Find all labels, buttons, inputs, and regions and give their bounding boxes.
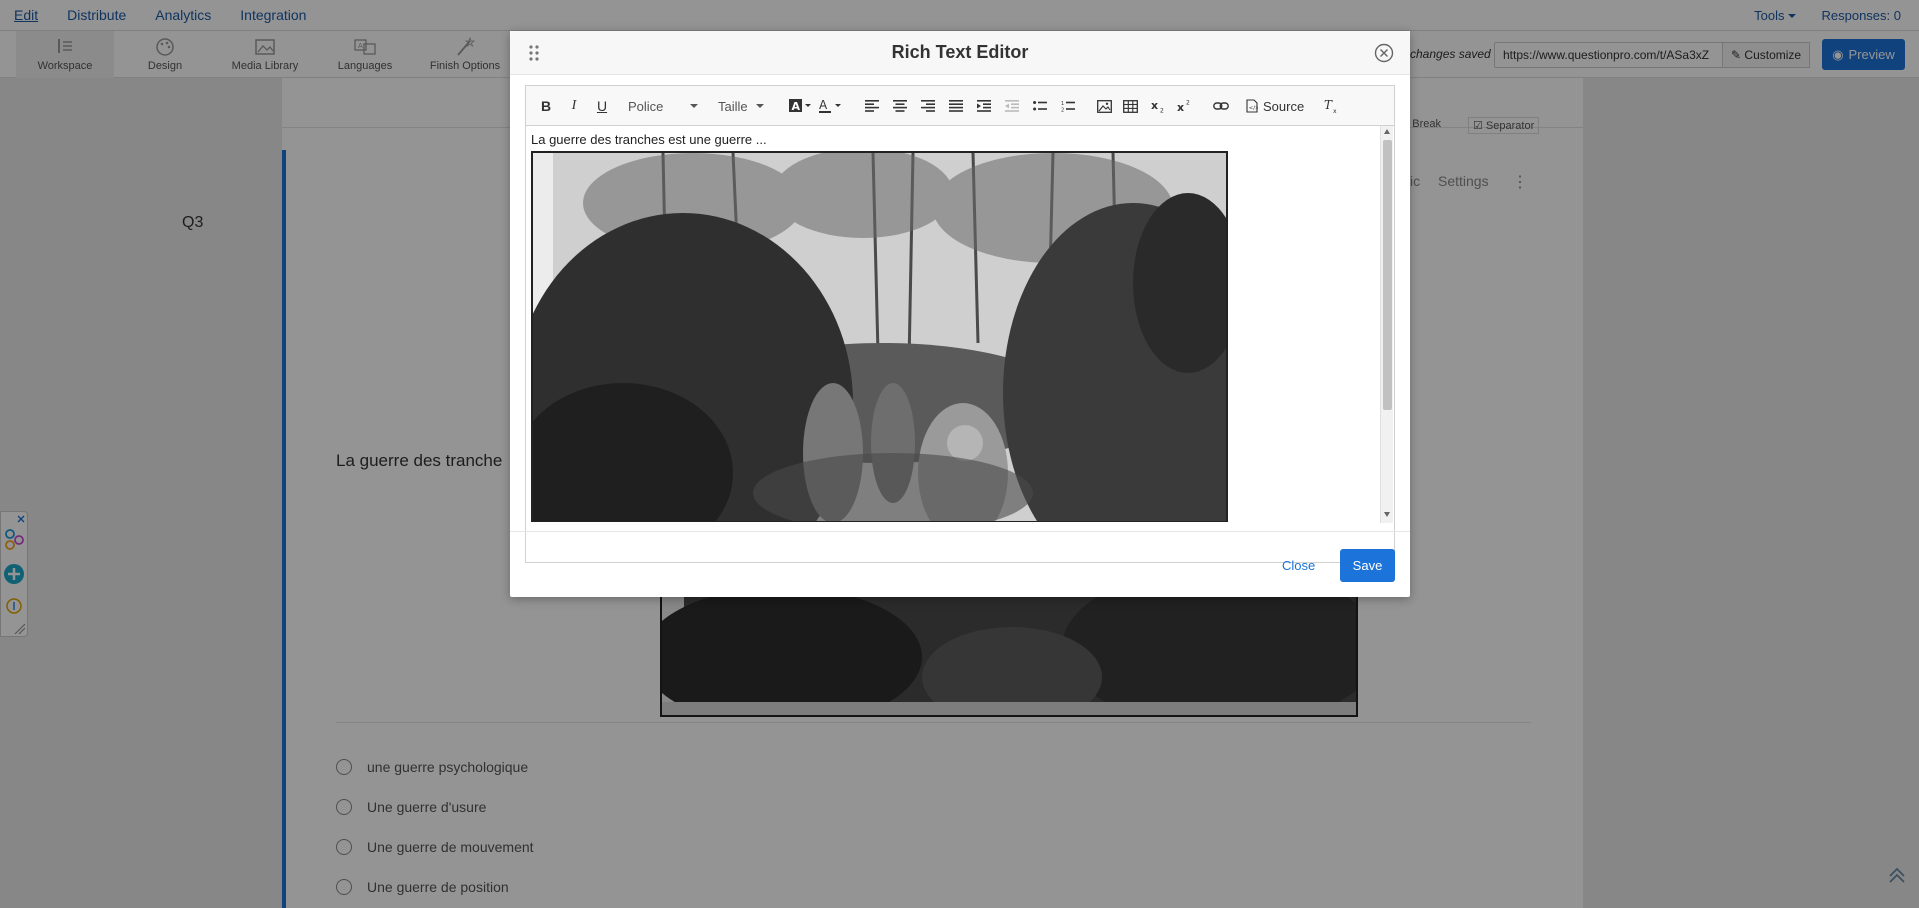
indent-button[interactable] [976,96,992,116]
remove-format-icon: Tx [1324,98,1337,114]
dialog-header: Rich Text Editor [510,31,1410,75]
close-button[interactable]: Close [1282,558,1315,573]
editor-frame: B I U Police Taille A A 1 2 x 2 x 2 </> … [525,85,1395,563]
superscript-button[interactable]: x2 [1176,96,1194,116]
outdent-button[interactable] [1004,96,1020,116]
underline-button[interactable]: U [594,96,610,116]
image-icon [1096,99,1112,113]
indent-icon [977,100,991,112]
save-button[interactable]: Save [1340,549,1395,582]
svg-text:A: A [819,98,828,112]
editor-image[interactable] [531,151,1228,522]
numbered-list-button[interactable]: 12 [1060,96,1076,116]
background-color-icon: A [789,99,811,113]
insert-image-button[interactable] [1096,96,1112,116]
rich-text-editor-dialog: Rich Text Editor B I U Police Taille A A [510,31,1410,597]
link-button[interactable] [1212,96,1230,116]
text-color-button[interactable]: A [818,96,842,116]
bold-button[interactable]: B [538,96,554,116]
svg-text:2: 2 [1160,108,1164,114]
svg-text:2: 2 [1061,108,1064,113]
subscript-button[interactable]: x2 [1150,96,1168,116]
svg-text:x: x [1333,108,1337,114]
align-center-button[interactable] [892,96,908,116]
insert-table-button[interactable] [1122,96,1138,116]
trench-photo [533,153,1226,521]
scroll-up-arrow-icon[interactable] [1384,129,1390,134]
align-left-icon [865,100,879,112]
svg-text:A: A [792,100,801,113]
font-family-label: Police [628,98,664,114]
editor-content-area[interactable]: La guerre des tranches est une guerre ..… [526,126,1394,522]
bullet-list-button[interactable] [1032,96,1048,116]
svg-text:x: x [1177,101,1184,113]
editor-toolbar: B I U Police Taille A A 1 2 x 2 x 2 </> … [526,86,1394,126]
outdent-icon [1005,100,1019,112]
scrollbar-thumb[interactable] [1383,140,1392,410]
chevron-down-icon [756,104,764,108]
numbered-list-icon: 12 [1061,101,1075,113]
bullet-list-icon [1033,101,1047,111]
svg-text:x: x [1151,99,1158,112]
italic-button[interactable]: I [566,96,582,116]
background-color-button[interactable]: A [788,96,812,116]
editor-scrollbar[interactable] [1380,126,1393,523]
font-family-select[interactable]: Police [628,96,698,116]
svg-text:</>: </> [1249,106,1258,112]
align-right-icon [921,100,935,112]
remove-format-button[interactable]: Tx [1322,96,1340,116]
svg-text:2: 2 [1186,100,1190,107]
source-icon: </> [1246,99,1258,113]
link-icon [1213,102,1229,110]
superscript-icon: x2 [1177,100,1190,114]
dialog-title: Rich Text Editor [891,42,1029,62]
svg-text:1: 1 [1061,101,1064,107]
text-color-icon: A [819,98,841,113]
subscript-icon: x2 [1151,99,1164,114]
justify-icon [949,100,963,112]
source-label: Source [1263,98,1305,114]
font-size-label: Taille [718,98,748,114]
chevron-down-icon [690,104,698,108]
close-circle-icon[interactable] [1374,43,1394,63]
table-icon [1122,99,1138,113]
align-left-button[interactable] [864,96,880,116]
scroll-down-arrow-icon[interactable] [1384,512,1390,517]
source-button[interactable]: </> Source [1246,96,1306,116]
editor-text[interactable]: La guerre des tranches est une guerre ..… [531,132,767,147]
align-right-button[interactable] [920,96,936,116]
font-size-select[interactable]: Taille [718,96,764,116]
svg-text:T: T [1324,98,1333,112]
justify-button[interactable] [948,96,964,116]
align-center-icon [893,100,907,112]
dialog-footer: Close Save [510,531,1410,597]
